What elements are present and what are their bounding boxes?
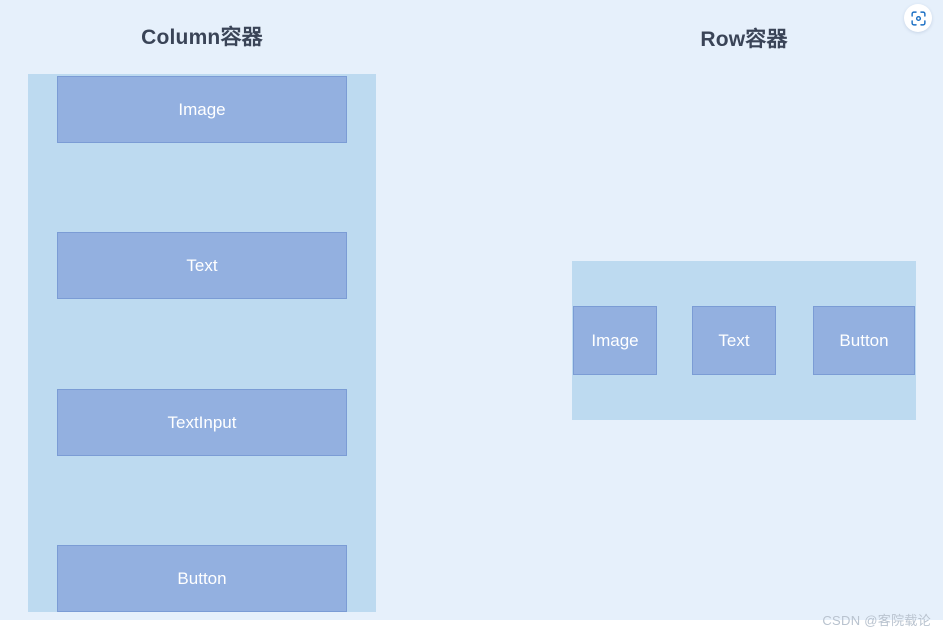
column-item-text-label: Text [186,256,218,275]
row-container: Image Text Button [572,261,916,420]
scan-code-button[interactable] [904,4,932,32]
column-panel-title: Column容器 [141,26,263,49]
scan-code-icon [910,10,927,27]
column-item-button-label: Button [177,569,227,588]
row-item-button-label: Button [839,331,889,350]
row-item-text[interactable]: Text [692,306,776,375]
page-root: Column容器 Image Text TextInput Button Row… [0,0,943,635]
column-container: Image Text TextInput Button [28,74,376,612]
row-item-button[interactable]: Button [813,306,915,375]
row-item-image[interactable]: Image [573,306,657,375]
column-item-textinput-label: TextInput [167,413,237,432]
row-panel-title: Row容器 [700,28,788,51]
column-item-textinput[interactable]: TextInput [57,389,347,456]
row-item-image-label: Image [591,331,639,350]
column-item-text[interactable]: Text [57,232,347,299]
column-item-image[interactable]: Image [57,76,347,143]
row-item-text-label: Text [718,331,750,350]
diagram-canvas: Column容器 Image Text TextInput Button Row… [0,0,943,620]
column-item-button[interactable]: Button [57,545,347,612]
column-item-image-label: Image [178,100,226,119]
watermark-text: CSDN @客院载论 [822,613,931,628]
